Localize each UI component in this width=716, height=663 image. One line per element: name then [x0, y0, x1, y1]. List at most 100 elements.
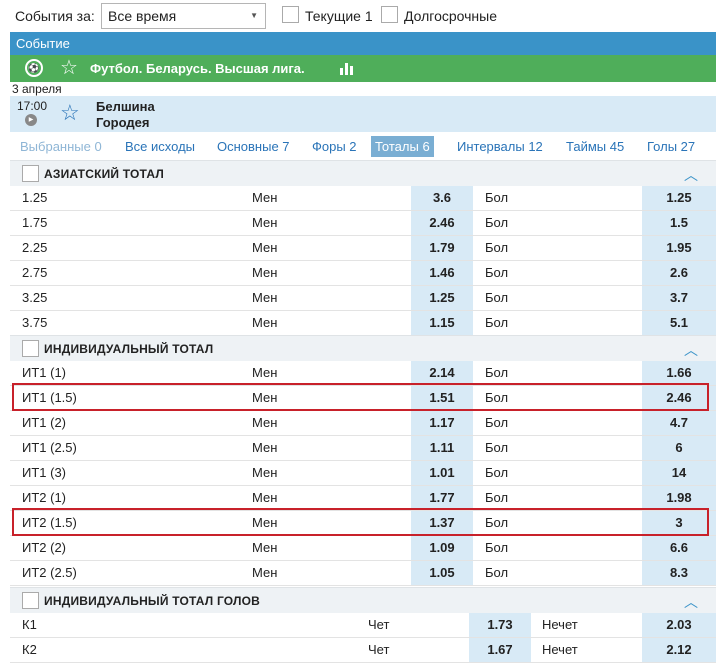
market-row: 3.75 Мен 1.15 Бол 5.1 — [10, 311, 716, 336]
longterm-checkbox[interactable] — [381, 6, 398, 23]
market-tabs: Выбранные 0 Все исходы Основные 7 Форы 2… — [10, 133, 716, 160]
odds-under[interactable]: 1.01 — [411, 461, 473, 485]
market-section-header[interactable]: АЗИАТСКИЙ ТОТАЛ ︿ — [10, 160, 716, 186]
odds-over[interactable]: 2.46 — [642, 386, 716, 410]
tab-totals[interactable]: Тоталы 6 — [371, 136, 434, 157]
market-line: К1 — [22, 617, 37, 632]
longterm-label: Долгосрочные — [404, 8, 498, 24]
section-title: АЗИАТСКИЙ ТОТАЛ — [44, 167, 164, 181]
league-bar[interactable]: ⚽ ☆ Футбол. Беларусь. Высшая лига. — [10, 55, 716, 82]
odds-over[interactable]: 4.7 — [642, 411, 716, 435]
market-row: 1.75 Мен 2.46 Бол 1.5 — [10, 211, 716, 236]
over-label: Бол — [485, 440, 509, 455]
market-row: ИТ2 (1.5) Мен 1.37 Бол 3 — [10, 511, 716, 536]
odds-over[interactable]: 14 — [642, 461, 716, 485]
over-label: Бол — [485, 365, 509, 380]
over-label: Бол — [485, 315, 509, 330]
current-checkbox[interactable] — [282, 6, 299, 23]
favorite-star-icon[interactable]: ☆ — [60, 101, 80, 125]
odds-over[interactable]: 8.3 — [642, 561, 716, 585]
market-line: 3.25 — [22, 290, 48, 305]
period-select[interactable]: Все время ▼ — [101, 3, 266, 29]
market-section-header[interactable]: ИНДИВИДУАЛЬНЫЙ ТОТАЛ ГОЛОВ ︿ — [10, 587, 716, 613]
market-row: ИТ1 (1) Мен 2.14 Бол 1.66 — [10, 361, 716, 386]
section-checkbox[interactable] — [22, 165, 39, 182]
video-play-icon[interactable]: ▶ — [25, 114, 37, 126]
odds-over[interactable]: 2.12 — [642, 638, 716, 662]
odds-under[interactable]: 1.05 — [411, 561, 473, 585]
odds-under[interactable]: 1.15 — [411, 311, 473, 335]
under-label: Мен — [252, 365, 278, 380]
odds-over[interactable]: 2.03 — [642, 613, 716, 637]
odds-under[interactable]: 1.11 — [411, 436, 473, 460]
market-section-header[interactable]: ИНДИВИДУАЛЬНЫЙ ТОТАЛ ︿ — [10, 335, 716, 361]
match-row[interactable]: 17:00 ▶ ☆ Белшина Городея — [10, 96, 716, 132]
section-title: ИНДИВИДУАЛЬНЫЙ ТОТАЛ — [44, 342, 214, 356]
section-checkbox[interactable] — [22, 592, 39, 609]
odds-over[interactable]: 6.6 — [642, 536, 716, 560]
period-value: Все время — [108, 8, 177, 24]
market-line: ИТ1 (2.5) — [22, 440, 77, 455]
section-checkbox[interactable] — [22, 340, 39, 357]
match-date: 3 апреля — [10, 82, 716, 96]
section-title: ИНДИВИДУАЛЬНЫЙ ТОТАЛ ГОЛОВ — [44, 594, 261, 608]
team1-name: Белшина — [96, 99, 155, 114]
market-row: ИТ2 (1) Мен 1.77 Бол 1.98 — [10, 486, 716, 511]
odds-over[interactable]: 1.25 — [642, 186, 716, 210]
under-label: Мен — [252, 465, 278, 480]
odds-over[interactable]: 1.66 — [642, 361, 716, 385]
odds-under[interactable]: 1.25 — [411, 286, 473, 310]
odds-under[interactable]: 1.73 — [469, 613, 531, 637]
market-row: ИТ1 (3) Мен 1.01 Бол 14 — [10, 461, 716, 486]
chevron-up-icon[interactable]: ︿ — [684, 340, 698, 360]
market-line: 2.25 — [22, 240, 48, 255]
odds-under[interactable]: 2.46 — [411, 211, 473, 235]
favorite-star-icon[interactable]: ☆ — [60, 57, 78, 79]
chevron-up-icon[interactable]: ︿ — [684, 592, 698, 612]
odds-over[interactable]: 3.7 — [642, 286, 716, 310]
market-line: 3.75 — [22, 315, 48, 330]
odds-under[interactable]: 1.77 — [411, 486, 473, 510]
odds-over[interactable]: 3 — [642, 511, 716, 535]
tab-selected[interactable]: Выбранные 0 — [16, 136, 106, 157]
odds-over[interactable]: 6 — [642, 436, 716, 460]
under-label: Мен — [252, 540, 278, 555]
odds-over[interactable]: 1.98 — [642, 486, 716, 510]
tab-intervals[interactable]: Интервалы 12 — [453, 136, 547, 157]
league-title: Футбол. Беларусь. Высшая лига. — [90, 61, 305, 76]
odds-over[interactable]: 5.1 — [642, 311, 716, 335]
tab-main[interactable]: Основные 7 — [213, 136, 294, 157]
team2-name: Городея — [96, 115, 150, 130]
odds-under[interactable]: 1.46 — [411, 261, 473, 285]
market-line: ИТ2 (1) — [22, 490, 67, 505]
statistics-icon[interactable] — [340, 62, 356, 75]
event-column-header: Событие — [10, 32, 716, 55]
over-label: Бол — [485, 515, 509, 530]
market-row: ИТ1 (2.5) Мен 1.11 Бол 6 — [10, 436, 716, 461]
odds-under[interactable]: 1.17 — [411, 411, 473, 435]
under-label: Мен — [252, 390, 278, 405]
odds-under[interactable]: 3.6 — [411, 186, 473, 210]
under-label: Мен — [252, 240, 278, 255]
odds-under[interactable]: 1.37 — [411, 511, 473, 535]
filter-bar: События за: Все время ▼ Текущие 1 Долгос… — [0, 0, 716, 32]
chevron-up-icon[interactable]: ︿ — [684, 165, 698, 185]
odds-under[interactable]: 1.67 — [469, 638, 531, 662]
market-line: К2 — [22, 642, 37, 657]
market-line: 1.75 — [22, 215, 48, 230]
odds-under[interactable]: 1.79 — [411, 236, 473, 260]
over-label: Бол — [485, 265, 509, 280]
market-row: 2.75 Мен 1.46 Бол 2.6 — [10, 261, 716, 286]
odds-over[interactable]: 1.95 — [642, 236, 716, 260]
odds-over[interactable]: 1.5 — [642, 211, 716, 235]
tab-handicaps[interactable]: Форы 2 — [308, 136, 361, 157]
odds-over[interactable]: 2.6 — [642, 261, 716, 285]
tab-all[interactable]: Все исходы — [121, 136, 199, 157]
odds-under[interactable]: 1.51 — [411, 386, 473, 410]
market-row: ИТ2 (2.5) Мен 1.05 Бол 8.3 — [10, 561, 716, 586]
tab-halves[interactable]: Таймы 45 — [562, 136, 628, 157]
over-label: Бол — [485, 540, 509, 555]
odds-under[interactable]: 2.14 — [411, 361, 473, 385]
odds-under[interactable]: 1.09 — [411, 536, 473, 560]
tab-goals[interactable]: Голы 27 — [643, 136, 699, 157]
